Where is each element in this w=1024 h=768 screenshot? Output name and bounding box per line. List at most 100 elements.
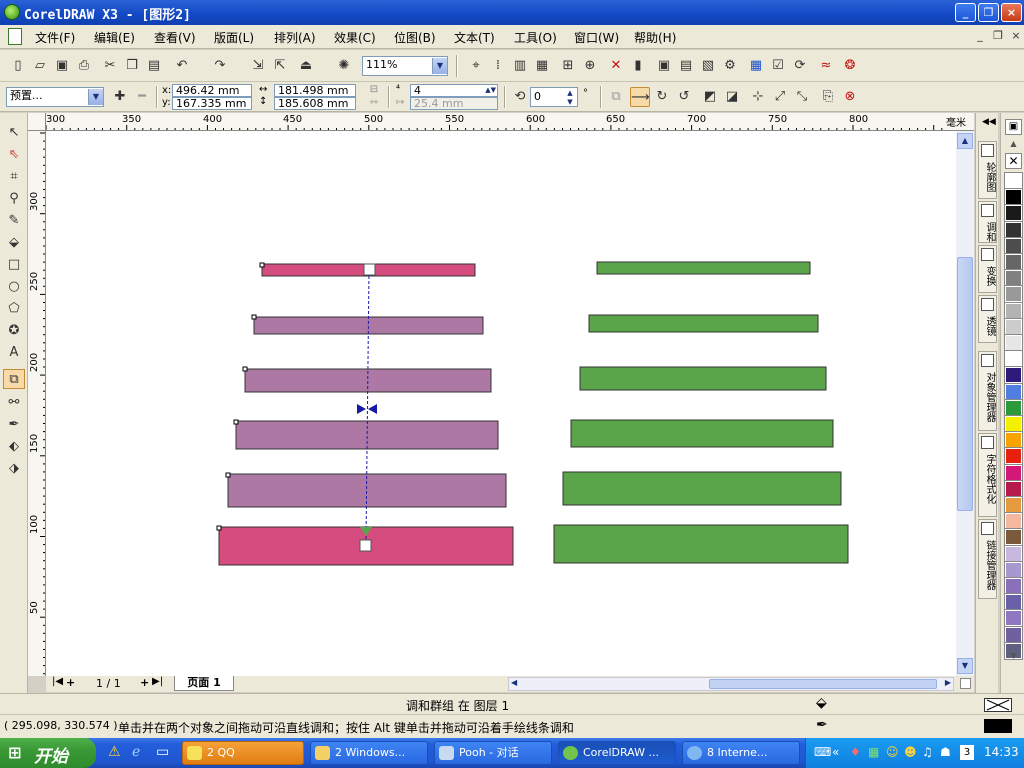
- export-icon[interactable]: ⇱: [270, 56, 290, 76]
- vertical-scrollbar[interactable]: ▲ ▼: [956, 131, 974, 676]
- color-swatch[interactable]: [1004, 512, 1023, 531]
- copy-blend-properties-icon[interactable]: ⎘: [818, 87, 838, 107]
- clear-blend-icon[interactable]: ⊗: [840, 87, 860, 107]
- save-icon[interactable]: ▣: [52, 56, 72, 76]
- color-swatch[interactable]: [1004, 609, 1023, 628]
- document-icon[interactable]: [8, 28, 22, 45]
- color-swatch[interactable]: [1004, 544, 1023, 563]
- color-swatch[interactable]: [1004, 188, 1023, 207]
- docker-tab-character-formatting[interactable]: 字符格式化: [978, 433, 997, 517]
- close-button[interactable]: ×: [1001, 3, 1022, 22]
- add-page-before-icon[interactable]: +: [66, 676, 75, 689]
- blend-acceleration-icon[interactable]: ◪: [722, 87, 742, 107]
- clockwise-blend-icon[interactable]: ↻: [652, 87, 672, 107]
- basic-shapes-tool-icon[interactable]: ✪: [3, 321, 25, 341]
- color-swatch[interactable]: [1004, 625, 1023, 644]
- snap-to-guidelines-icon[interactable]: ⁞: [488, 56, 508, 76]
- color-swatch[interactable]: [1004, 560, 1023, 579]
- maximize-button[interactable]: ❐: [978, 3, 999, 22]
- height-field[interactable]: 185.608 mm: [274, 97, 356, 110]
- doc-restore-button[interactable]: ❐: [990, 29, 1006, 44]
- new-icon[interactable]: ▯: [8, 56, 28, 76]
- green-bar[interactable]: [579, 366, 827, 391]
- color-swatch[interactable]: [1004, 350, 1023, 369]
- zoom-dropdown-icon[interactable]: ▼: [432, 58, 447, 74]
- add-page-after-icon[interactable]: +: [140, 676, 149, 689]
- color-palette-icon[interactable]: ▦: [746, 56, 766, 76]
- paste-icon[interactable]: ▤: [144, 56, 164, 76]
- selection-handle[interactable]: [242, 366, 248, 372]
- undo-icon[interactable]: ↶: [172, 56, 192, 76]
- taskbar-item-internet-explorer[interactable]: 8 Interne...: [682, 741, 800, 765]
- crop-tool-icon[interactable]: ⌗: [3, 167, 25, 187]
- ungroup-all-icon[interactable]: ▧: [698, 56, 718, 76]
- docker-tab-object-manager[interactable]: 对象管理器: [978, 351, 997, 431]
- interactive-blend-tool-icon[interactable]: ⧉: [3, 369, 25, 389]
- menu-tools[interactable]: 工具(O): [514, 29, 557, 46]
- selection-handle[interactable]: [216, 525, 222, 531]
- color-swatch[interactable]: [1004, 236, 1023, 255]
- fill-tool-icon[interactable]: ⬖: [3, 437, 25, 457]
- horizontal-scroll-thumb[interactable]: [709, 679, 937, 689]
- pick-tool-icon[interactable]: ↖: [3, 123, 25, 143]
- application-launcher-icon[interactable]: ⏏: [296, 56, 316, 76]
- menu-file[interactable]: 文件(F): [35, 29, 75, 46]
- selection-handle[interactable]: [259, 262, 265, 268]
- drawing-canvas[interactable]: [46, 131, 956, 676]
- blend-start-handle[interactable]: [363, 263, 376, 276]
- color-swatch[interactable]: [1004, 447, 1023, 466]
- doc-minimize-button[interactable]: _: [972, 29, 988, 44]
- preset-select[interactable]: 预置... ▼: [6, 87, 104, 107]
- outline-swatch-indicator[interactable]: [984, 719, 1012, 733]
- menu-window[interactable]: 窗口(W): [574, 29, 619, 46]
- fill-swatch-indicator[interactable]: [984, 698, 1012, 712]
- copy-icon[interactable]: ❐: [122, 56, 142, 76]
- taskbar-item-pooh-chat[interactable]: Pooh - 对话: [434, 741, 552, 765]
- zoom-level-field[interactable]: 111% ▼: [362, 56, 448, 76]
- users-tray-icon[interactable]: ☗: [940, 745, 951, 759]
- drawing-svg[interactable]: [46, 131, 956, 676]
- object-color-acceleration-icon[interactable]: ◩: [700, 87, 720, 107]
- add-preset-icon[interactable]: ✚: [110, 87, 130, 107]
- corel-balloon-icon[interactable]: ❂: [840, 56, 860, 76]
- rotation-spinner-icon[interactable]: ▲ ▼: [564, 89, 576, 107]
- vertical-ruler[interactable]: 300 250 200 150 100 50: [28, 131, 46, 676]
- break-apart-icon[interactable]: ⊕: [580, 56, 600, 76]
- color-swatch[interactable]: [1004, 431, 1023, 450]
- y-position-field[interactable]: 167.335 mm: [172, 97, 252, 110]
- convert-to-curves-icon[interactable]: ✕: [606, 56, 626, 76]
- text-tool-icon[interactable]: A: [3, 343, 25, 363]
- horizontal-scrollbar[interactable]: ◀ ▶: [508, 677, 954, 691]
- menu-text[interactable]: 文本(T): [454, 29, 495, 46]
- green-bar[interactable]: [562, 471, 842, 506]
- color-swatch[interactable]: [1004, 415, 1023, 433]
- path-properties-icon[interactable]: ⤡: [792, 87, 812, 107]
- green-bar[interactable]: [588, 314, 819, 333]
- refresh-icon[interactable]: ⟳: [790, 56, 810, 76]
- dynamic-guides-icon[interactable]: ▦: [532, 56, 552, 76]
- selection-handle[interactable]: [233, 419, 239, 425]
- selection-handle[interactable]: [251, 314, 257, 320]
- color-swatch[interactable]: [1004, 366, 1023, 385]
- warning-tray-icon[interactable]: ⚠: [108, 744, 121, 760]
- print-icon[interactable]: ⎙: [74, 56, 94, 76]
- docker-collapse-icon[interactable]: ◀◀: [982, 117, 996, 127]
- page-layout-icon[interactable]: ▮: [628, 56, 648, 76]
- menu-layout[interactable]: 版面(L): [214, 29, 254, 46]
- green-bar[interactable]: [553, 524, 849, 564]
- interactive-fill-tool-icon[interactable]: ⬗: [3, 459, 25, 479]
- welcome-screen-icon[interactable]: ✺: [334, 56, 354, 76]
- color-swatch[interactable]: [1004, 269, 1023, 288]
- smart-fill-tool-icon[interactable]: ⬙: [3, 233, 25, 253]
- scroll-left-icon[interactable]: ◀: [511, 678, 517, 687]
- eyedropper-tool-icon[interactable]: ⚯: [3, 393, 25, 413]
- menu-help[interactable]: 帮助(H): [634, 29, 676, 46]
- ruler-corner[interactable]: [28, 113, 46, 131]
- qq-tray-icon[interactable]: ☺: [886, 745, 899, 759]
- doc-close-button[interactable]: ×: [1008, 29, 1024, 44]
- palette-options-icon[interactable]: ▣: [1005, 119, 1022, 135]
- color-swatch[interactable]: [1004, 496, 1023, 514]
- first-page-icon[interactable]: |◀: [52, 676, 63, 687]
- color-swatch[interactable]: [1004, 577, 1023, 595]
- scroll-up-icon[interactable]: ▲: [957, 133, 973, 149]
